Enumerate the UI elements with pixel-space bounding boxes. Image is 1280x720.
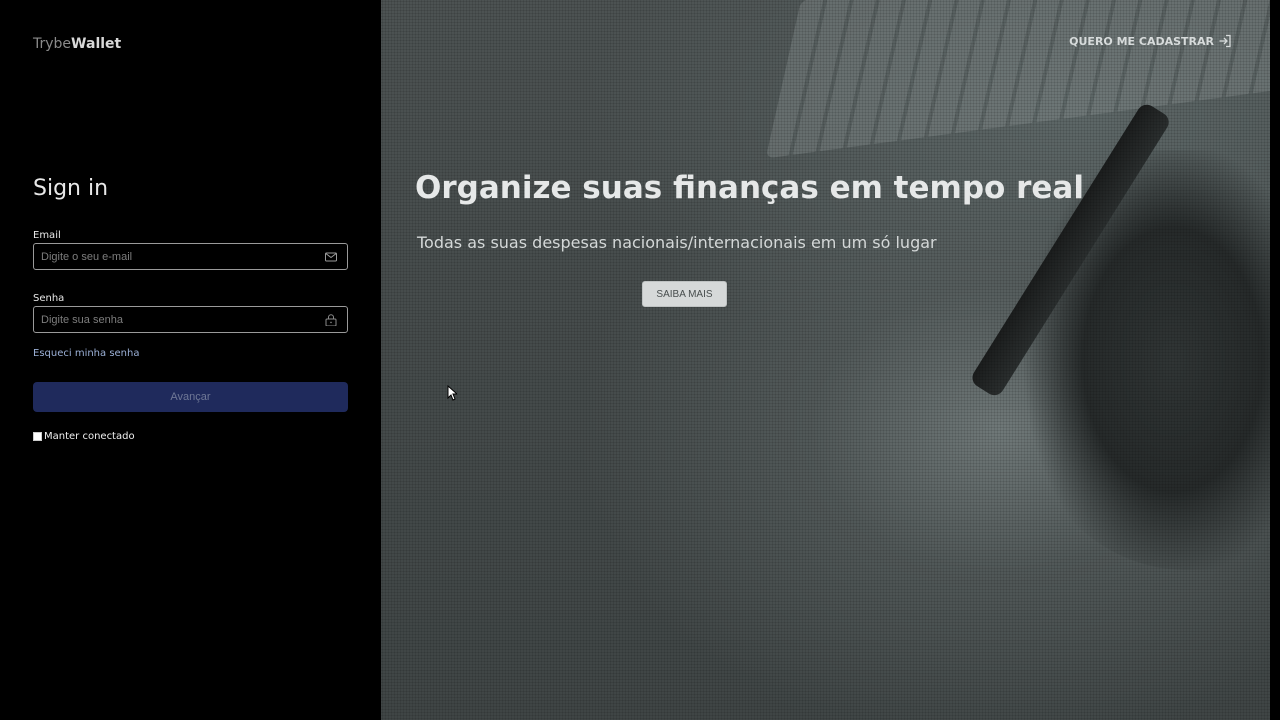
email-field-wrapper — [33, 243, 348, 270]
checkbox-box[interactable] — [33, 432, 42, 441]
mouse-pointer-icon — [447, 385, 457, 401]
brand-text-bold: Wallet — [71, 36, 122, 52]
brand-text-light: Trybe — [33, 36, 72, 52]
submit-button[interactable]: Avançar — [33, 382, 348, 412]
hero-headline: Organize suas finanças em tempo real — [415, 170, 1084, 206]
email-field[interactable] — [34, 244, 314, 269]
email-label: Email — [33, 230, 61, 241]
forgot-password-link[interactable]: Esqueci minha senha — [33, 348, 140, 359]
password-label: Senha — [33, 293, 65, 304]
hero-dither-overlay — [381, 0, 1270, 720]
keep-connected-checkbox[interactable]: Manter conectado — [33, 431, 135, 442]
mail-icon — [325, 252, 337, 262]
hero-subline: Todas as suas despesas nacionais/interna… — [417, 233, 937, 252]
hero-section: QUERO ME CADASTRAR Organize suas finança… — [381, 0, 1270, 720]
sign-in-icon — [1219, 34, 1231, 48]
register-link[interactable]: QUERO ME CADASTRAR — [1069, 34, 1232, 48]
keep-connected-label: Manter conectado — [44, 431, 135, 442]
signin-title: Sign in — [33, 176, 109, 201]
brand-logo: TrybeWallet — [33, 36, 121, 52]
lock-icon — [325, 314, 337, 326]
register-label: QUERO ME CADASTRAR — [1069, 34, 1214, 48]
password-field-wrapper — [33, 306, 348, 333]
login-panel: TrybeWallet Sign in Email Senha Esqueci … — [0, 0, 381, 720]
learn-more-button[interactable]: SAIBA MAIS — [642, 281, 727, 307]
password-field[interactable] — [34, 307, 314, 332]
